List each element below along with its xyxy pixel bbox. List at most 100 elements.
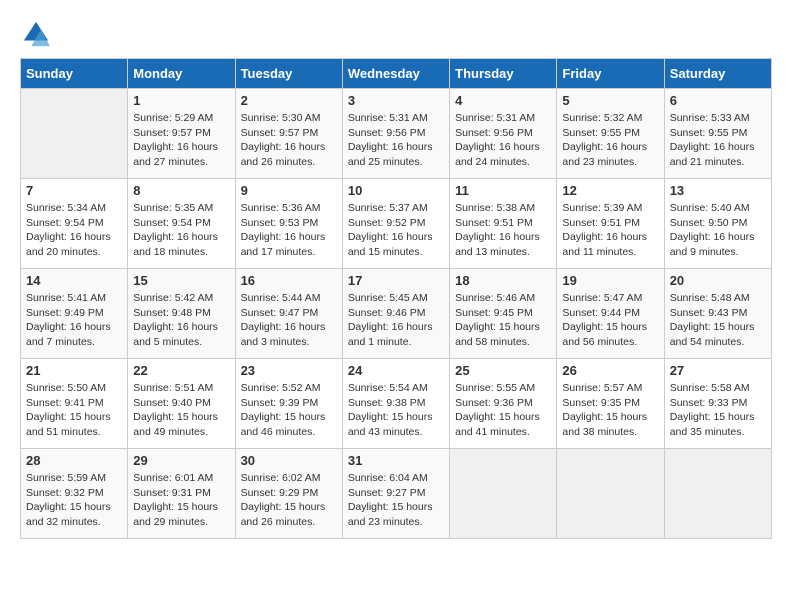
day-info: Sunrise: 5:52 AMSunset: 9:39 PMDaylight:…	[241, 381, 337, 440]
day-cell: 2 Sunrise: 5:30 AMSunset: 9:57 PMDaylight…	[235, 89, 342, 179]
day-number: 2	[241, 93, 337, 108]
day-cell: 22 Sunrise: 5:51 AMSunset: 9:40 PMDayligh…	[128, 359, 235, 449]
day-number: 23	[241, 363, 337, 378]
day-info: Sunrise: 5:59 AMSunset: 9:32 PMDaylight:…	[26, 471, 122, 530]
day-number: 14	[26, 273, 122, 288]
col-header-tuesday: Tuesday	[235, 59, 342, 89]
day-info: Sunrise: 5:46 AMSunset: 9:45 PMDaylight:…	[455, 291, 551, 350]
col-header-saturday: Saturday	[664, 59, 771, 89]
day-cell	[450, 449, 557, 539]
day-number: 8	[133, 183, 229, 198]
day-info: Sunrise: 5:31 AMSunset: 9:56 PMDaylight:…	[348, 111, 444, 170]
day-info: Sunrise: 5:51 AMSunset: 9:40 PMDaylight:…	[133, 381, 229, 440]
day-cell: 1 Sunrise: 5:29 AMSunset: 9:57 PMDaylight…	[128, 89, 235, 179]
day-cell: 21 Sunrise: 5:50 AMSunset: 9:41 PMDayligh…	[21, 359, 128, 449]
week-row-5: 28 Sunrise: 5:59 AMSunset: 9:32 PMDayligh…	[21, 449, 772, 539]
day-cell	[557, 449, 664, 539]
day-cell: 15 Sunrise: 5:42 AMSunset: 9:48 PMDayligh…	[128, 269, 235, 359]
day-info: Sunrise: 5:29 AMSunset: 9:57 PMDaylight:…	[133, 111, 229, 170]
day-number: 28	[26, 453, 122, 468]
day-cell: 31Sunrise: 6:04 AMSunset: 9:27 PMDayligh…	[342, 449, 449, 539]
day-number: 9	[241, 183, 337, 198]
day-info: Sunrise: 5:39 AMSunset: 9:51 PMDaylight:…	[562, 201, 658, 260]
day-info: Sunrise: 5:32 AMSunset: 9:55 PMDaylight:…	[562, 111, 658, 170]
day-number: 25	[455, 363, 551, 378]
day-info: Sunrise: 6:02 AMSunset: 9:29 PMDaylight:…	[241, 471, 337, 530]
day-number: 29	[133, 453, 229, 468]
day-cell: 4Sunrise: 5:31 AMSunset: 9:56 PMDaylight…	[450, 89, 557, 179]
day-number: 22	[133, 363, 229, 378]
day-cell	[21, 89, 128, 179]
page-header	[20, 20, 772, 48]
week-row-3: 14 Sunrise: 5:41 AMSunset: 9:49 PMDayligh…	[21, 269, 772, 359]
day-info: Sunrise: 5:37 AMSunset: 9:52 PMDaylight:…	[348, 201, 444, 260]
col-header-wednesday: Wednesday	[342, 59, 449, 89]
col-header-monday: Monday	[128, 59, 235, 89]
day-number: 5	[562, 93, 658, 108]
day-cell: 13Sunrise: 5:40 AMSunset: 9:50 PMDayligh…	[664, 179, 771, 269]
day-number: 13	[670, 183, 766, 198]
day-number: 27	[670, 363, 766, 378]
day-number: 12	[562, 183, 658, 198]
day-info: Sunrise: 5:58 AMSunset: 9:33 PMDaylight:…	[670, 381, 766, 440]
day-info: Sunrise: 5:31 AMSunset: 9:56 PMDaylight:…	[455, 111, 551, 170]
day-cell: 3 Sunrise: 5:31 AMSunset: 9:56 PMDaylight…	[342, 89, 449, 179]
day-info: Sunrise: 5:42 AMSunset: 9:48 PMDaylight:…	[133, 291, 229, 350]
day-info: Sunrise: 5:54 AMSunset: 9:38 PMDaylight:…	[348, 381, 444, 440]
header-row: SundayMondayTuesdayWednesdayThursdayFrid…	[21, 59, 772, 89]
day-cell: 26 Sunrise: 5:57 AMSunset: 9:35 PMDayligh…	[557, 359, 664, 449]
col-header-thursday: Thursday	[450, 59, 557, 89]
day-cell: 12 Sunrise: 5:39 AMSunset: 9:51 PMDayligh…	[557, 179, 664, 269]
day-number: 30	[241, 453, 337, 468]
day-info: Sunrise: 5:35 AMSunset: 9:54 PMDaylight:…	[133, 201, 229, 260]
day-info: Sunrise: 5:38 AMSunset: 9:51 PMDaylight:…	[455, 201, 551, 260]
day-number: 10	[348, 183, 444, 198]
day-number: 16	[241, 273, 337, 288]
logo	[20, 20, 50, 48]
day-number: 3	[348, 93, 444, 108]
day-number: 20	[670, 273, 766, 288]
day-cell: 24Sunrise: 5:54 AMSunset: 9:38 PMDayligh…	[342, 359, 449, 449]
week-row-4: 21 Sunrise: 5:50 AMSunset: 9:41 PMDayligh…	[21, 359, 772, 449]
day-number: 17	[348, 273, 444, 288]
logo-icon	[22, 20, 50, 48]
day-info: Sunrise: 6:01 AMSunset: 9:31 PMDaylight:…	[133, 471, 229, 530]
col-header-friday: Friday	[557, 59, 664, 89]
day-cell: 5 Sunrise: 5:32 AMSunset: 9:55 PMDaylight…	[557, 89, 664, 179]
day-number: 21	[26, 363, 122, 378]
day-cell: 30 Sunrise: 6:02 AMSunset: 9:29 PMDayligh…	[235, 449, 342, 539]
day-cell: 25 Sunrise: 5:55 AMSunset: 9:36 PMDayligh…	[450, 359, 557, 449]
day-info: Sunrise: 5:55 AMSunset: 9:36 PMDaylight:…	[455, 381, 551, 440]
day-info: Sunrise: 6:04 AMSunset: 9:27 PMDaylight:…	[348, 471, 444, 530]
day-cell: 10 Sunrise: 5:37 AMSunset: 9:52 PMDayligh…	[342, 179, 449, 269]
day-info: Sunrise: 5:48 AMSunset: 9:43 PMDaylight:…	[670, 291, 766, 350]
day-info: Sunrise: 5:34 AMSunset: 9:54 PMDaylight:…	[26, 201, 122, 260]
day-number: 11	[455, 183, 551, 198]
day-number: 7	[26, 183, 122, 198]
day-info: Sunrise: 5:50 AMSunset: 9:41 PMDaylight:…	[26, 381, 122, 440]
day-cell: 23 Sunrise: 5:52 AMSunset: 9:39 PMDayligh…	[235, 359, 342, 449]
day-info: Sunrise: 5:57 AMSunset: 9:35 PMDaylight:…	[562, 381, 658, 440]
col-header-sunday: Sunday	[21, 59, 128, 89]
day-cell: 27 Sunrise: 5:58 AMSunset: 9:33 PMDayligh…	[664, 359, 771, 449]
day-number: 19	[562, 273, 658, 288]
day-number: 26	[562, 363, 658, 378]
calendar-table: SundayMondayTuesdayWednesdayThursdayFrid…	[20, 58, 772, 539]
day-cell: 19 Sunrise: 5:47 AMSunset: 9:44 PMDayligh…	[557, 269, 664, 359]
day-cell: 20 Sunrise: 5:48 AMSunset: 9:43 PMDayligh…	[664, 269, 771, 359]
day-info: Sunrise: 5:44 AMSunset: 9:47 PMDaylight:…	[241, 291, 337, 350]
day-info: Sunrise: 5:41 AMSunset: 9:49 PMDaylight:…	[26, 291, 122, 350]
day-number: 1	[133, 93, 229, 108]
day-cell: 28 Sunrise: 5:59 AMSunset: 9:32 PMDayligh…	[21, 449, 128, 539]
day-cell	[664, 449, 771, 539]
day-cell: 17 Sunrise: 5:45 AMSunset: 9:46 PMDayligh…	[342, 269, 449, 359]
day-cell: 29 Sunrise: 6:01 AMSunset: 9:31 PMDayligh…	[128, 449, 235, 539]
day-info: Sunrise: 5:30 AMSunset: 9:57 PMDaylight:…	[241, 111, 337, 170]
day-cell: 18Sunrise: 5:46 AMSunset: 9:45 PMDayligh…	[450, 269, 557, 359]
day-info: Sunrise: 5:33 AMSunset: 9:55 PMDaylight:…	[670, 111, 766, 170]
day-info: Sunrise: 5:47 AMSunset: 9:44 PMDaylight:…	[562, 291, 658, 350]
day-cell: 11 Sunrise: 5:38 AMSunset: 9:51 PMDayligh…	[450, 179, 557, 269]
day-info: Sunrise: 5:45 AMSunset: 9:46 PMDaylight:…	[348, 291, 444, 350]
day-cell: 8 Sunrise: 5:35 AMSunset: 9:54 PMDaylight…	[128, 179, 235, 269]
day-number: 15	[133, 273, 229, 288]
